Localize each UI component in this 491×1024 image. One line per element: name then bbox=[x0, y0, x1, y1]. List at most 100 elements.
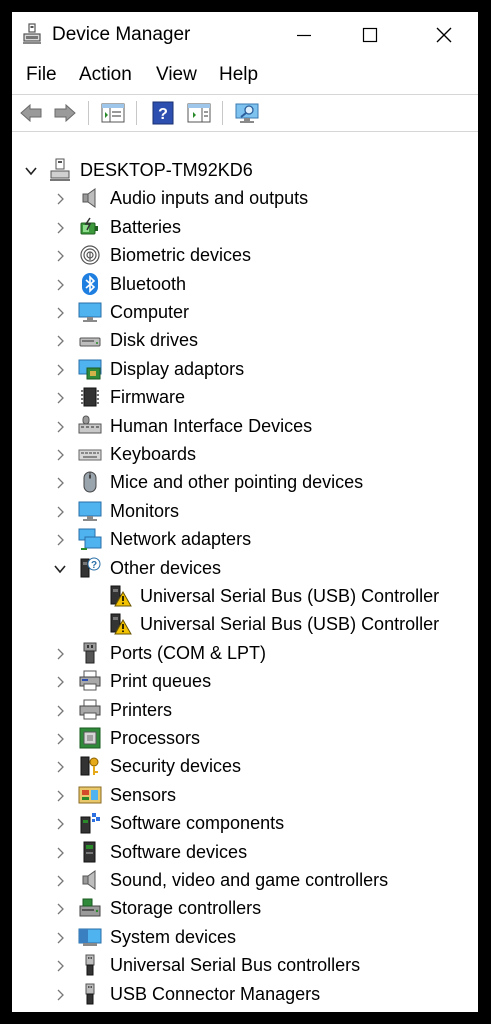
expand-chevron-icon[interactable] bbox=[54, 249, 66, 262]
tree-category-sensors[interactable]: Sensors bbox=[12, 781, 478, 809]
expand-chevron-icon[interactable] bbox=[54, 931, 66, 944]
expand-chevron-icon[interactable] bbox=[54, 448, 66, 461]
expand-chevron-icon[interactable] bbox=[54, 334, 66, 347]
forward-button[interactable] bbox=[52, 100, 78, 126]
expand-chevron-icon[interactable] bbox=[54, 476, 66, 489]
tree-category-network-adapters[interactable]: Network adapters bbox=[12, 525, 478, 553]
minimize-button[interactable] bbox=[276, 12, 332, 58]
expand-chevron-icon[interactable] bbox=[54, 192, 66, 205]
tree-category-audio-inputs-and-outputs[interactable]: Audio inputs and outputs bbox=[12, 184, 478, 212]
tree-category-other-devices[interactable]: ? Other devices bbox=[12, 554, 478, 582]
toolbar-separator bbox=[88, 101, 89, 125]
svg-text:?: ? bbox=[158, 106, 168, 123]
expand-chevron-icon[interactable] bbox=[54, 420, 66, 433]
maximize-button[interactable] bbox=[342, 12, 398, 58]
tree-category-storage-controllers[interactable]: Storage controllers bbox=[12, 894, 478, 922]
expand-chevron-icon[interactable] bbox=[54, 675, 66, 688]
tree-category-security-devices[interactable]: Security devices bbox=[12, 752, 478, 780]
expand-chevron-icon[interactable] bbox=[54, 533, 66, 546]
show-hide-console-tree-button[interactable] bbox=[100, 100, 126, 126]
tree-item-label: Mice and other pointing devices bbox=[110, 472, 364, 493]
menu-help[interactable]: Help bbox=[219, 64, 258, 86]
tree-category-ports-com-lpt[interactable]: Ports (COM & LPT) bbox=[12, 639, 478, 667]
tree-item-label: Batteries bbox=[110, 216, 182, 237]
expand-chevron-icon[interactable] bbox=[54, 505, 66, 518]
tree-category-firmware[interactable]: Firmware bbox=[12, 383, 478, 411]
expand-chevron-icon[interactable] bbox=[54, 789, 66, 802]
back-button[interactable] bbox=[18, 100, 44, 126]
tree-item-label: Keyboards bbox=[110, 444, 197, 464]
tree-item-label: Monitors bbox=[110, 500, 180, 521]
svg-text:?: ? bbox=[91, 560, 97, 571]
collapse-chevron-icon[interactable] bbox=[25, 164, 37, 176]
window-title: Device Manager bbox=[52, 24, 191, 45]
expand-chevron-icon[interactable] bbox=[54, 306, 66, 319]
expand-chevron-icon[interactable] bbox=[54, 846, 66, 859]
software-component-icon bbox=[78, 811, 102, 835]
tree-category-software-devices[interactable]: Software devices bbox=[12, 838, 478, 866]
tree-root-computer[interactable]: DESKTOP-TM92KD6 bbox=[12, 156, 478, 184]
tree-category-universal-serial-bus-controllers[interactable]: Universal Serial Bus controllers bbox=[12, 951, 478, 979]
tree-item-label: System devices bbox=[110, 926, 237, 947]
tree-category-system-devices[interactable]: System devices bbox=[12, 923, 478, 951]
tree-category-processors[interactable]: Processors bbox=[12, 724, 478, 752]
expand-chevron-icon[interactable] bbox=[54, 221, 66, 234]
sensor-icon bbox=[78, 783, 102, 807]
tree-category-computer[interactable]: Computer bbox=[12, 298, 478, 326]
expand-chevron-icon[interactable] bbox=[54, 704, 66, 717]
tree-item-label: Software devices bbox=[110, 841, 248, 862]
expand-chevron-icon[interactable] bbox=[54, 817, 66, 830]
tree-category-software-components[interactable]: Software components bbox=[12, 809, 478, 837]
tree-category-printers[interactable]: Printers bbox=[12, 696, 478, 724]
processor-icon bbox=[78, 726, 102, 750]
expand-chevron-icon[interactable] bbox=[54, 959, 66, 972]
bluetooth-icon bbox=[78, 272, 102, 296]
tree-category-monitors[interactable]: Monitors bbox=[12, 497, 478, 525]
tree-item-label: Human Interface Devices bbox=[110, 415, 313, 436]
forward-arrow-icon bbox=[54, 103, 76, 123]
tree-category-biometric-devices[interactable]: Biometric devices bbox=[12, 241, 478, 269]
menu-view[interactable]: View bbox=[156, 64, 197, 86]
usb-icon bbox=[78, 982, 102, 1006]
expand-chevron-icon[interactable] bbox=[54, 391, 66, 404]
tree-device-usb-controller[interactable]: Universal Serial Bus (USB) Controller bbox=[12, 610, 478, 638]
action-pane-button[interactable] bbox=[186, 100, 212, 126]
expand-chevron-icon[interactable] bbox=[54, 874, 66, 887]
tree-item-label: Processors bbox=[110, 728, 201, 748]
expand-chevron-icon[interactable] bbox=[54, 278, 66, 291]
maximize-icon bbox=[362, 27, 378, 43]
tree-item-label: Display adaptors bbox=[110, 358, 245, 379]
menu-file[interactable]: File bbox=[26, 64, 57, 86]
expand-chevron-icon[interactable] bbox=[54, 647, 66, 660]
scan-hardware-changes-button[interactable] bbox=[234, 100, 260, 126]
tree-category-display-adaptors[interactable]: Display adaptors bbox=[12, 355, 478, 383]
title-bar[interactable]: Device Manager bbox=[12, 12, 478, 58]
console-tree-icon bbox=[101, 103, 125, 123]
expand-chevron-icon[interactable] bbox=[54, 363, 66, 376]
unknown-device-icon: ? bbox=[78, 556, 102, 580]
firmware-chip-icon bbox=[78, 385, 102, 409]
tree-category-usb-connector-managers[interactable]: USB Connector Managers bbox=[12, 980, 478, 1008]
menu-action[interactable]: Action bbox=[79, 64, 132, 86]
tree-category-human-interface-devices[interactable]: Human Interface Devices bbox=[12, 412, 478, 440]
warning-device-icon bbox=[108, 612, 132, 636]
fingerprint-icon bbox=[78, 243, 102, 267]
toolbar-separator bbox=[136, 101, 137, 125]
tree-device-usb-controller[interactable]: Universal Serial Bus (USB) Controller bbox=[12, 582, 478, 610]
tree-category-bluetooth[interactable]: Bluetooth bbox=[12, 270, 478, 298]
tree-category-sound-video-and-game-controllers[interactable]: Sound, video and game controllers bbox=[12, 866, 478, 894]
collapse-chevron-icon[interactable] bbox=[54, 562, 66, 574]
tree-category-mice-and-other-pointing-devices[interactable]: Mice and other pointing devices bbox=[12, 468, 478, 496]
tree-category-disk-drives[interactable]: Disk drives bbox=[12, 326, 478, 354]
tree-item-label: Sound, video and game controllers bbox=[110, 870, 389, 890]
close-button[interactable] bbox=[416, 12, 472, 58]
expand-chevron-icon[interactable] bbox=[54, 732, 66, 745]
device-tree: DESKTOP-TM92KD6 Audio inputs and outputs B… bbox=[12, 130, 478, 1012]
tree-category-print-queues[interactable]: Print queues bbox=[12, 667, 478, 695]
tree-category-keyboards[interactable]: Keyboards bbox=[12, 440, 478, 468]
help-button[interactable]: ? bbox=[150, 100, 176, 126]
tree-category-batteries[interactable]: Batteries bbox=[12, 213, 478, 241]
expand-chevron-icon[interactable] bbox=[54, 988, 66, 1001]
expand-chevron-icon[interactable] bbox=[54, 902, 66, 915]
expand-chevron-icon[interactable] bbox=[54, 760, 66, 773]
